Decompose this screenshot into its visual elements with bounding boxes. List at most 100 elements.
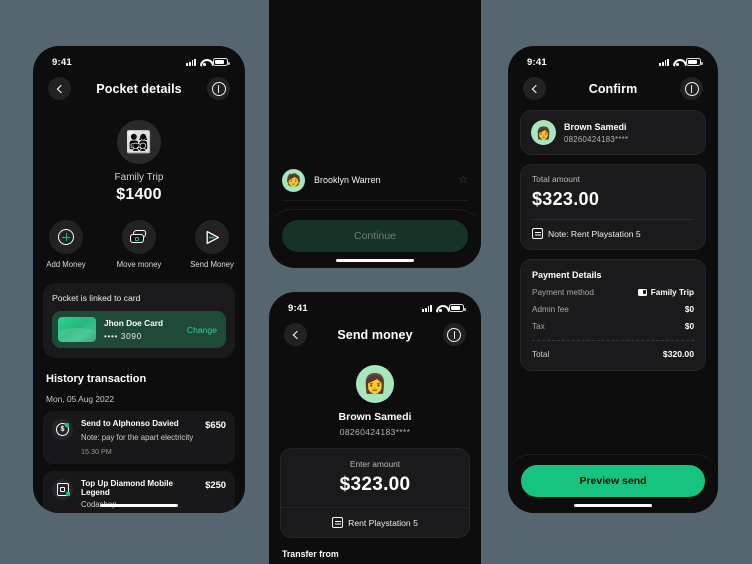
add-money-action[interactable]: Add Money (39, 220, 93, 269)
back-button[interactable] (284, 323, 307, 346)
battery-icon (213, 58, 230, 66)
nav-bar: Send money (269, 318, 481, 356)
row-key: Payment method (532, 288, 594, 297)
linked-card-row[interactable]: Jhon Doe Card •••• 3090 Change (52, 311, 226, 348)
pocket-name: Family Trip (114, 172, 164, 183)
payment-details-heading: Payment Details (532, 270, 602, 280)
avatar: 👩 (356, 365, 394, 403)
total-amount-value: $323.00 (532, 189, 600, 209)
row-key: Total (532, 349, 550, 359)
info-button[interactable] (207, 77, 230, 100)
dashed-divider (532, 340, 694, 341)
card-icon (637, 289, 647, 296)
home-indicator (100, 503, 178, 507)
wifi-icon (673, 58, 683, 67)
payment-details-card: Payment Details Payment method Family Tr… (520, 259, 706, 371)
linked-card-panel: Pocket is linked to card Jhon Doe Card •… (43, 283, 235, 358)
total-amount-label: Total amount (532, 174, 580, 184)
battery-icon (449, 304, 466, 312)
note-icon (332, 517, 344, 528)
plus-circle-icon (58, 229, 74, 245)
page-title: Send money (337, 327, 413, 342)
wallet-icon (130, 230, 148, 244)
page-title: Pocket details (96, 81, 182, 96)
info-button[interactable] (442, 323, 466, 346)
history-heading: History transaction (46, 373, 147, 385)
info-icon (211, 81, 226, 96)
home-indicator (574, 503, 652, 507)
chevron-left-icon (292, 330, 301, 339)
row-value: $0 (684, 322, 694, 331)
transaction-amount: $650 (205, 419, 226, 430)
wifi-icon (436, 304, 446, 313)
avatar: 👩 (531, 120, 556, 145)
admin-fee-row: Admin fee $0 (532, 305, 694, 314)
transaction-time: 15.30 PM (81, 447, 112, 456)
preview-send-button[interactable]: Preview send (521, 465, 705, 497)
change-card-link[interactable]: Change (187, 325, 217, 335)
recipient-phone: 08260424183**** (564, 134, 629, 144)
list-item[interactable]: 🧑 Brooklyn Warren ☆ (282, 160, 468, 201)
move-money-label: Move money (116, 260, 162, 269)
card-digits: •••• 3090 (104, 331, 142, 341)
amount-value: $323.00 (339, 474, 411, 495)
favorite-star-icon[interactable]: ☆ (458, 174, 468, 186)
page-title: Confirm (588, 81, 638, 96)
status-indicators (186, 58, 230, 67)
add-money-label: Add Money (46, 260, 86, 269)
phone-select-contact: 🧑 Brooklyn Warren ☆ 👩 Brown Samedi ★ 🧔 C… (269, 0, 481, 268)
info-icon (684, 81, 699, 96)
nav-bar: Confirm (508, 72, 718, 110)
row-value: Family Trip (637, 288, 694, 297)
send-money-action[interactable]: Send Money (185, 220, 239, 269)
status-bar: 9:41 (269, 292, 481, 318)
coin-send-icon: $ (56, 423, 69, 436)
amount-card: Enter amount $323.00 Rent Playstation 5 (280, 448, 470, 538)
signal-icon (422, 304, 432, 312)
status-bar: 9:41 (508, 46, 718, 72)
linked-card-title: Pocket is linked to card (52, 293, 141, 303)
card-name: Jhon Doe Card (104, 318, 164, 328)
signal-icon (186, 58, 196, 66)
recipient-hero: 👩 Brown Samedi 08260424183**** (269, 356, 481, 437)
phone-send-money: 9:41 Send money 👩 Brown Samedi 082604241… (269, 292, 481, 564)
total-amount-card: Total amount $323.00 Note: Rent Playstat… (520, 164, 706, 250)
move-money-action[interactable]: Move money (112, 220, 166, 269)
status-indicators (659, 58, 703, 67)
info-icon (447, 327, 462, 342)
note-row: Note: Rent Playstation 5 (532, 228, 694, 239)
note-text: Note: Rent Playstation 5 (548, 228, 641, 239)
send-icon (204, 229, 220, 245)
avatar: 🧑 (282, 168, 305, 192)
recipient-phone: 08260424183**** (339, 427, 411, 437)
history-date: Mon, 05 Aug 2022 (46, 394, 114, 404)
row-key: Admin fee (532, 305, 569, 314)
contact-name: Brooklyn Warren (314, 175, 381, 185)
transfer-from-label: Transfer from (282, 549, 339, 559)
topup-icon (56, 483, 70, 496)
recipient-card[interactable]: 👩 Brown Samedi 08260424183**** (520, 110, 706, 155)
send-money-label: Send Money (190, 260, 234, 269)
transaction-title: Send to Alphonso Davied (81, 419, 179, 428)
transaction-row[interactable]: $ Send to Alphonso Davied $650 Note: pay… (43, 411, 235, 464)
total-row: Total $320.00 (532, 349, 694, 359)
transaction-note: Note: pay for the apart electricity (81, 433, 194, 442)
note-field[interactable]: Rent Playstation 5 (281, 508, 469, 537)
signal-icon (659, 58, 669, 66)
wifi-icon (200, 58, 210, 67)
note-text: Rent Playstation 5 (348, 517, 418, 528)
card-thumbnail-icon (58, 317, 96, 342)
status-indicators (422, 304, 466, 313)
back-button[interactable] (48, 77, 71, 100)
payment-method-row: Payment method Family Trip (532, 288, 694, 297)
chevron-left-icon (531, 84, 540, 93)
pocket-hero: 👨‍👩‍👧‍👦 Family Trip $1400 (33, 110, 245, 204)
info-button[interactable] (680, 77, 703, 100)
status-time: 9:41 (52, 56, 72, 68)
battery-icon (686, 58, 703, 66)
home-indicator (336, 258, 414, 262)
status-time: 9:41 (527, 56, 547, 68)
continue-button[interactable]: Continue (282, 220, 468, 252)
back-button[interactable] (523, 77, 546, 100)
amount-input-area[interactable]: Enter amount $323.00 (281, 449, 469, 508)
